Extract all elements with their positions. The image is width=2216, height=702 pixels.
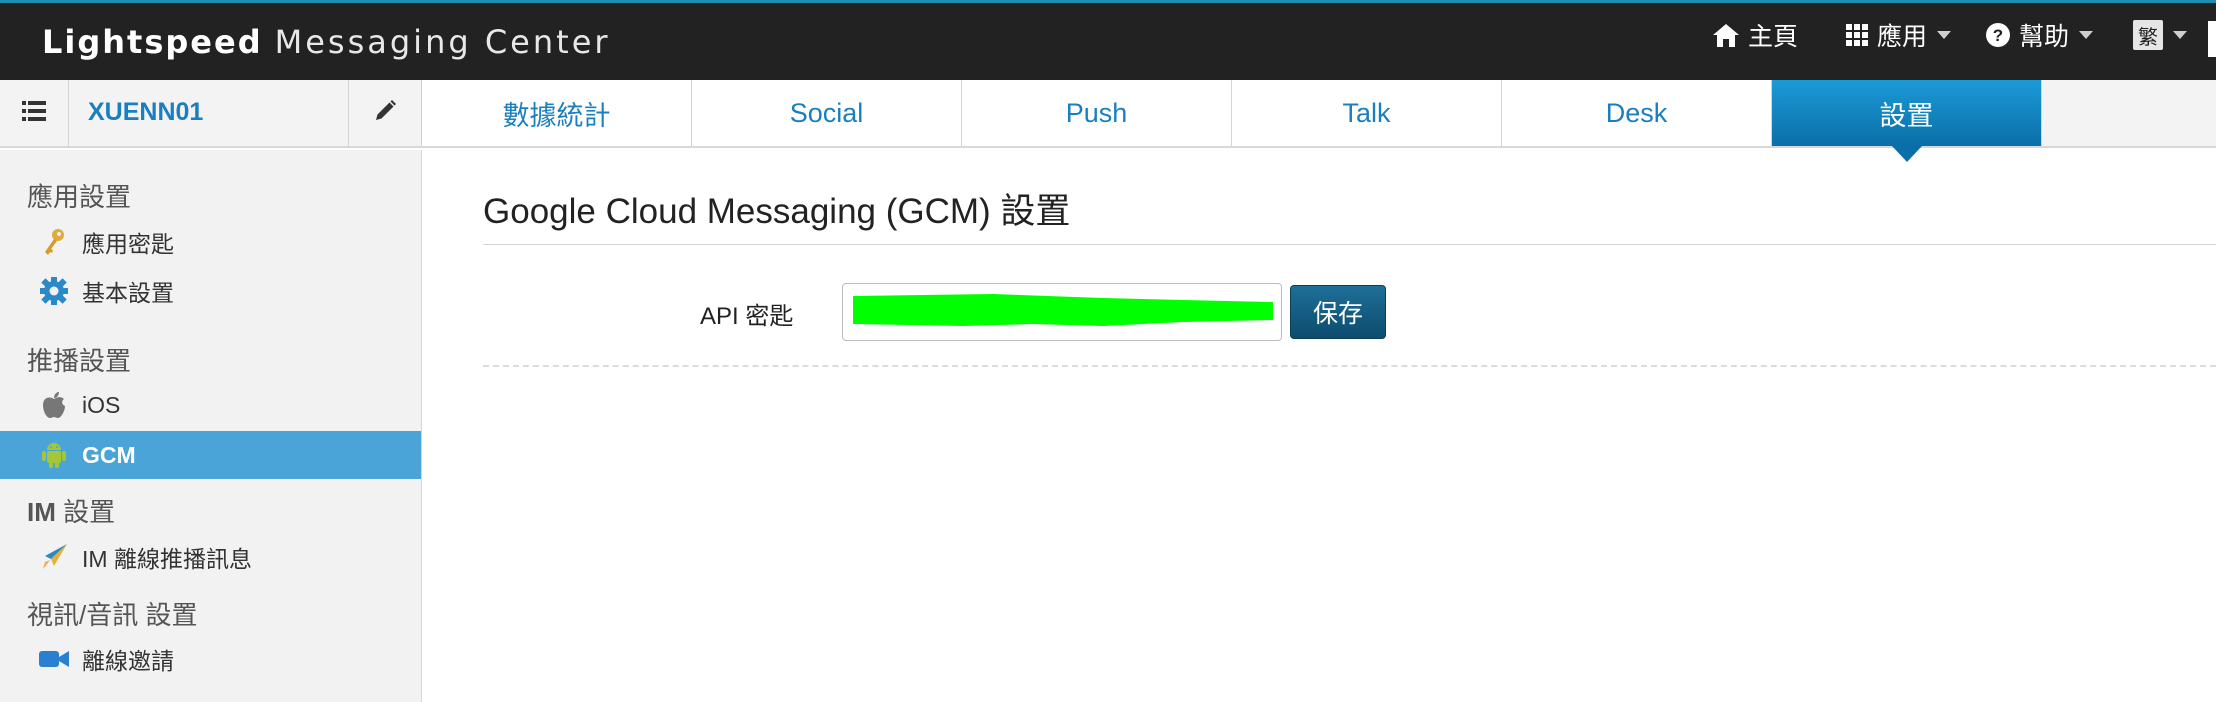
current-app-name[interactable]: XUENN01	[88, 98, 203, 127]
brand-name-light: Messaging Center	[274, 23, 611, 61]
home-icon	[1712, 22, 1740, 48]
tab-talk[interactable]: Talk	[1232, 80, 1502, 146]
brand-name-bold: Lightspeed	[42, 23, 263, 61]
api-key-input[interactable]	[842, 283, 1282, 341]
nav-help-label: 幫助	[2019, 23, 2070, 51]
sidebar-item-label: 離線邀請	[82, 648, 174, 674]
nav-language-dropdown[interactable]: 繁	[2133, 17, 2187, 53]
topbar-edge-control[interactable]	[2208, 21, 2216, 57]
pencil-icon	[373, 99, 397, 128]
sidebar-item-label: IM 離線推播訊息	[82, 546, 252, 572]
tab-statistics[interactable]: 數據統計	[422, 80, 692, 146]
form-divider	[483, 365, 2216, 367]
chevron-down-icon	[2173, 31, 2187, 39]
sidebar-item-label: GCM	[82, 441, 136, 468]
tab-label: Push	[1065, 97, 1128, 128]
tab-social[interactable]: Social	[692, 80, 962, 146]
rocket-icon	[36, 539, 72, 575]
sidebar-item-offline-invite[interactable]: 離線邀請	[0, 635, 421, 683]
nav-apps-dropdown[interactable]: 應用	[1845, 17, 1952, 53]
nav-apps-label: 應用	[1877, 23, 1928, 51]
gear-icon	[36, 273, 72, 309]
sidebar-item-basic-settings[interactable]: 基本設置	[0, 267, 421, 315]
android-icon	[36, 437, 72, 473]
nav-home-label: 主頁	[1748, 23, 1799, 51]
apple-icon	[36, 387, 72, 423]
video-camera-icon	[36, 641, 72, 677]
nav-help-dropdown[interactable]: ? 幫助	[1985, 17, 2094, 53]
app-list-button[interactable]	[0, 80, 69, 146]
section-heading-push-settings: 推播設置	[27, 346, 132, 376]
sidebar-item-im-offline-push[interactable]: IM 離線推播訊息	[0, 533, 421, 581]
im-heading-bold: IM	[27, 497, 56, 527]
app-tab-row: XUENN01 數據統計 Social Push Talk Desk 設置	[0, 80, 2216, 162]
save-button[interactable]: 保存	[1290, 285, 1386, 339]
tab-label: Talk	[1342, 97, 1391, 128]
section-heading-im-settings: IM 設置	[27, 492, 115, 529]
sidebar-item-gcm[interactable]: GCM	[0, 431, 421, 479]
tab-label: 設置	[1879, 100, 1934, 131]
top-navbar: Lightspeed Messaging Center 主頁 應用 ? 幫助 繁	[0, 0, 2216, 80]
title-divider	[483, 244, 2216, 245]
sidebar-item-label: iOS	[82, 391, 121, 418]
tab-settings[interactable]: 設置	[1772, 80, 2042, 162]
tab-label: Social	[789, 97, 864, 128]
brand-logo[interactable]: Lightspeed Messaging Center	[42, 23, 611, 61]
nav-home[interactable]: 主頁	[1712, 17, 1798, 53]
sidebar-item-label: 應用密匙	[82, 231, 174, 257]
sidebar-item-label: 基本設置	[82, 280, 174, 306]
api-key-label: API 密匙	[700, 303, 794, 330]
edit-app-button[interactable]	[348, 80, 422, 146]
chevron-down-icon	[1937, 31, 1952, 39]
language-label: 繁	[2133, 20, 2163, 50]
question-circle-icon: ?	[1985, 22, 2011, 48]
grid-icon	[1845, 23, 1869, 47]
sidebar-item-ios[interactable]: iOS	[0, 381, 421, 429]
svg-text:?: ?	[1993, 26, 2003, 45]
tab-label: 數據統計	[502, 100, 611, 131]
tab-desk[interactable]: Desk	[1502, 80, 1772, 146]
key-icon	[36, 224, 72, 260]
list-icon	[22, 100, 46, 127]
tab-push[interactable]: Push	[962, 80, 1232, 146]
chevron-down-icon	[2079, 31, 2094, 39]
sidebar-item-app-keys[interactable]: 應用密匙	[0, 218, 421, 266]
settings-sidebar: 應用設置 應用密匙 基本設置 推播設置 iOS GCM IM 設置 IM 離線推…	[0, 150, 422, 702]
section-heading-app-settings: 應用設置	[27, 182, 132, 212]
im-heading-rest: 設置	[55, 497, 116, 527]
tab-label: Desk	[1605, 97, 1668, 128]
redaction-overlay	[853, 294, 1273, 326]
section-heading-video-audio-settings: 視訊/音訊 設置	[27, 600, 198, 630]
main-tabs: 數據統計 Social Push Talk Desk 設置	[422, 80, 2042, 162]
page-title: Google Cloud Messaging (GCM) 設置	[483, 192, 1071, 231]
